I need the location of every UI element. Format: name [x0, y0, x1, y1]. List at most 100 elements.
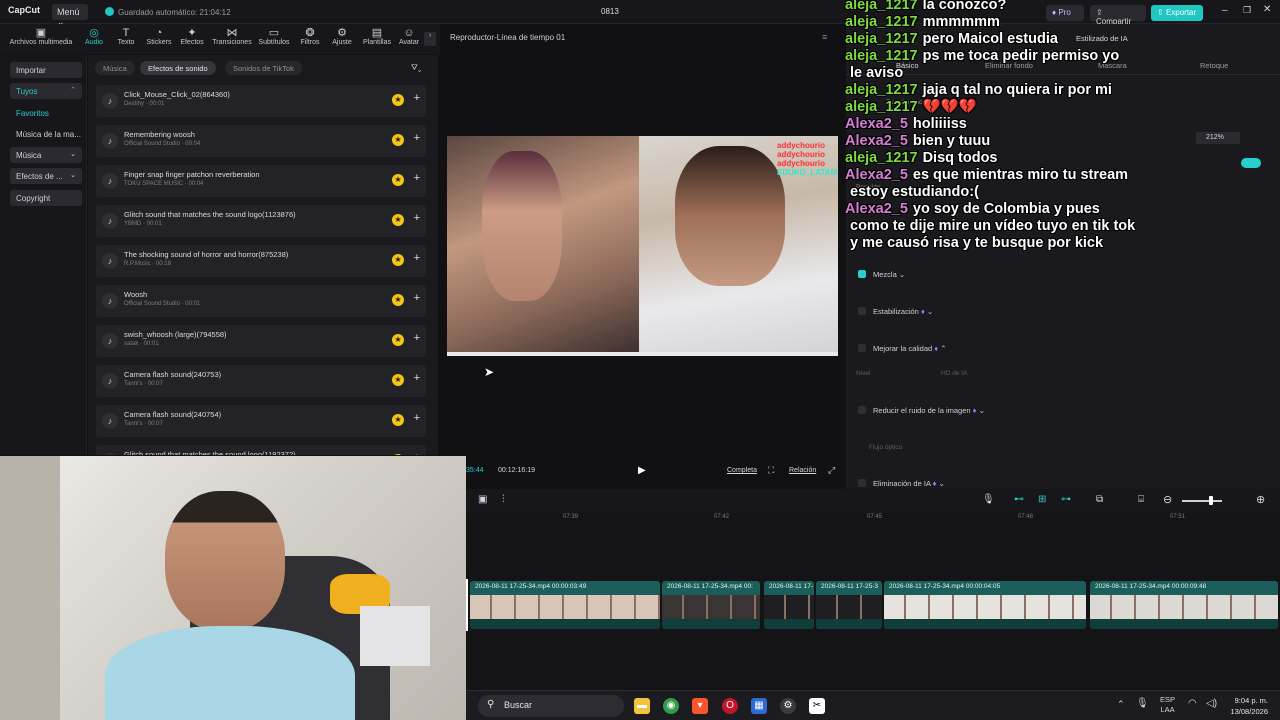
tool-text[interactable]: T Texto [112, 27, 140, 46]
chrome-icon[interactable]: ◉ [663, 698, 679, 714]
add-icon[interactable]: + [414, 412, 420, 424]
sidebar-item-favorites[interactable]: Favoritos [10, 105, 82, 121]
add-icon[interactable]: + [414, 292, 420, 304]
tool-media[interactable]: ▣ Archivos multimedia [8, 27, 74, 46]
brave-icon[interactable]: ▾ [692, 698, 708, 714]
sidebar-item-effects[interactable]: Efectos de ... ⌄ [10, 168, 82, 184]
quality-row[interactable]: Mejorar la calidad ♦ ⌃ [858, 344, 947, 353]
tool-adjust[interactable]: ⚙ Ajuste [328, 27, 356, 46]
tool-audio[interactable]: ◎ Audio [80, 27, 108, 46]
add-icon[interactable]: + [414, 372, 420, 384]
favorite-star-icon[interactable]: ★ [392, 174, 404, 186]
wifi-icon[interactable]: ◠ [1188, 698, 1197, 709]
file-explorer-icon[interactable]: ▬ [634, 698, 650, 714]
sidebar-item-music-from[interactable]: Música de la ma... [10, 126, 82, 142]
opera-icon[interactable]: O [722, 698, 738, 714]
sidebar-item-music[interactable]: Música ⌄ [10, 147, 82, 163]
fit-icon[interactable]: ⛶ [768, 465, 774, 476]
screen-icon[interactable]: ▣ [478, 494, 487, 505]
menu-button[interactable]: Menú ⌄ [52, 4, 88, 27]
stabilize-row[interactable]: Estabilización ♦ ⌄ [858, 307, 933, 316]
sidebar-item-copyright[interactable]: Copyright [10, 190, 82, 206]
video-clip[interactable]: 2026-08-11 17- [764, 581, 814, 629]
tab-tiktok-sounds[interactable]: Sonidos de TikTok [225, 61, 302, 75]
quality-checkbox[interactable] [858, 344, 866, 352]
zoom-out-icon[interactable]: ⊖ [1163, 493, 1172, 506]
tool-subtitles[interactable]: ▭ Subtítulos [256, 27, 292, 46]
video-clip[interactable]: 2026-08-11 17-25-34.mp4 00:00:04:05 [884, 581, 1086, 629]
blend-checkbox[interactable] [858, 270, 866, 278]
preview-axis-icon[interactable]: ⊶ [1061, 494, 1071, 505]
tool-filters[interactable]: ❂ Filtros [296, 27, 324, 46]
menu-icon[interactable]: ≡ [822, 32, 827, 42]
add-icon[interactable]: + [414, 212, 420, 224]
sound-item[interactable]: ♪ swish_whoosh (large)(794558) satak · 00:… [96, 325, 426, 357]
sidebar-item-import[interactable]: Importar [10, 62, 82, 78]
ai-remove-checkbox[interactable] [858, 479, 866, 487]
sound-item[interactable]: ♪ Glitch sound that matches the sound log… [96, 445, 426, 455]
favorite-star-icon[interactable]: ★ [392, 374, 404, 386]
favorite-star-icon[interactable]: ★ [392, 294, 404, 306]
chevron-up-icon[interactable]: ⌃ [1117, 699, 1125, 710]
sound-item[interactable]: ♪ Glitch sound that matches the sound log… [96, 205, 426, 237]
app-icon[interactable]: ⚙ [780, 698, 796, 714]
favorite-star-icon[interactable]: ★ [392, 334, 404, 346]
add-icon[interactable]: + [414, 332, 420, 344]
complete-button[interactable]: Completa [727, 467, 757, 474]
taskbar-clock[interactable]: 9:04 p. m. 13/08/2026 [1230, 695, 1268, 717]
video-clip[interactable]: 2026-08-11 17-25-34.mp4 00: [662, 581, 760, 629]
video-preview[interactable]: addychourio addychourio addychourio EDUK… [447, 136, 838, 356]
add-icon[interactable]: + [414, 172, 420, 184]
favorite-star-icon[interactable]: ★ [392, 214, 404, 226]
stabilize-checkbox[interactable] [858, 307, 866, 315]
zoom-in-icon[interactable]: ⊕ [1256, 493, 1265, 506]
filter-icon[interactable]: ⛛⌄ [411, 63, 422, 73]
link-icon[interactable]: ⊷ [1014, 494, 1024, 505]
tool-avatar[interactable]: ☺ Avatar [396, 27, 422, 46]
video-clip[interactable]: 2026-08-11 17-25-34.mp4 00:00:09:48 [1090, 581, 1278, 629]
add-icon[interactable]: + [414, 132, 420, 144]
favorite-star-icon[interactable]: ★ [392, 414, 404, 426]
noise-row[interactable]: Reducir el ruido de la imagen ♦ ⌄ [858, 406, 985, 415]
sound-item[interactable]: ♪ Click_Mouse_Click_02(864360) Destiny · 0… [96, 85, 426, 117]
magnet-icon[interactable]: ⊞ [1038, 494, 1046, 505]
video-clip[interactable]: 2026-08-11 17-25-34.mp4 00:00:03:49 [470, 581, 660, 629]
microphone-icon[interactable]: 🎙 [1136, 698, 1149, 709]
caption-icon[interactable]: ⌸ [1138, 494, 1144, 505]
favorite-star-icon[interactable]: ★ [392, 134, 404, 146]
add-icon[interactable]: + [414, 92, 420, 104]
ai-remove-row[interactable]: Eliminación de IA ♦ ⌄ [858, 479, 945, 488]
tool-effects[interactable]: ✦ Efectos [178, 27, 206, 46]
sound-item[interactable]: ♪ Finger snap finger patchon reverberatio… [96, 165, 426, 197]
sound-item[interactable]: ♪ Remembering woosh Official Sound Studio … [96, 125, 426, 157]
favorite-star-icon[interactable]: ★ [392, 454, 404, 455]
split-icon[interactable]: ⧉ [1096, 494, 1103, 505]
tab-sound-effects[interactable]: Efectos de sonido [140, 61, 216, 75]
add-icon[interactable]: + [414, 252, 420, 264]
fullscreen-icon[interactable]: ⤢ [828, 465, 835, 476]
play-icon[interactable]: ▶ [638, 465, 646, 476]
taskbar-search[interactable]: ⚲ Buscar [478, 695, 624, 717]
store-icon[interactable]: ▦ [751, 698, 767, 714]
favorite-star-icon[interactable]: ★ [392, 94, 404, 106]
microphone-icon[interactable]: 🎙 [982, 494, 995, 505]
add-icon[interactable]: + [414, 452, 420, 455]
ratio-button[interactable]: Relación [789, 467, 816, 474]
chevron-right-icon[interactable]: › [424, 32, 436, 46]
blend-row[interactable]: Mezcla ⌄ [858, 270, 905, 279]
capcut-icon[interactable]: ✂ [809, 698, 825, 714]
video-clip[interactable]: 2026-08-11 17-25-3 [816, 581, 882, 629]
zoom-slider-handle[interactable] [1209, 496, 1213, 505]
sound-item[interactable]: ♪ Woosh Official Sound Studio · 00:01 ★ + [96, 285, 426, 317]
sound-item[interactable]: ♪ Camera flash sound(240753) Tanni's · 00:… [96, 365, 426, 397]
tool-templates[interactable]: ▤ Plantillas [360, 27, 394, 46]
audio-wave-icon[interactable]: ⫶ [502, 494, 505, 505]
favorite-star-icon[interactable]: ★ [392, 254, 404, 266]
language-indicator[interactable]: ESP LAA [1160, 695, 1175, 715]
volume-icon[interactable]: ◁) [1206, 698, 1217, 709]
tool-stickers[interactable]: ◔ Stickers [144, 27, 174, 46]
tab-music[interactable]: Música [95, 61, 135, 75]
sound-item[interactable]: ♪ Camera flash sound(240754) Tanni's · 00:… [96, 405, 426, 437]
zoom-slider[interactable] [1182, 500, 1222, 502]
noise-checkbox[interactable] [858, 406, 866, 414]
